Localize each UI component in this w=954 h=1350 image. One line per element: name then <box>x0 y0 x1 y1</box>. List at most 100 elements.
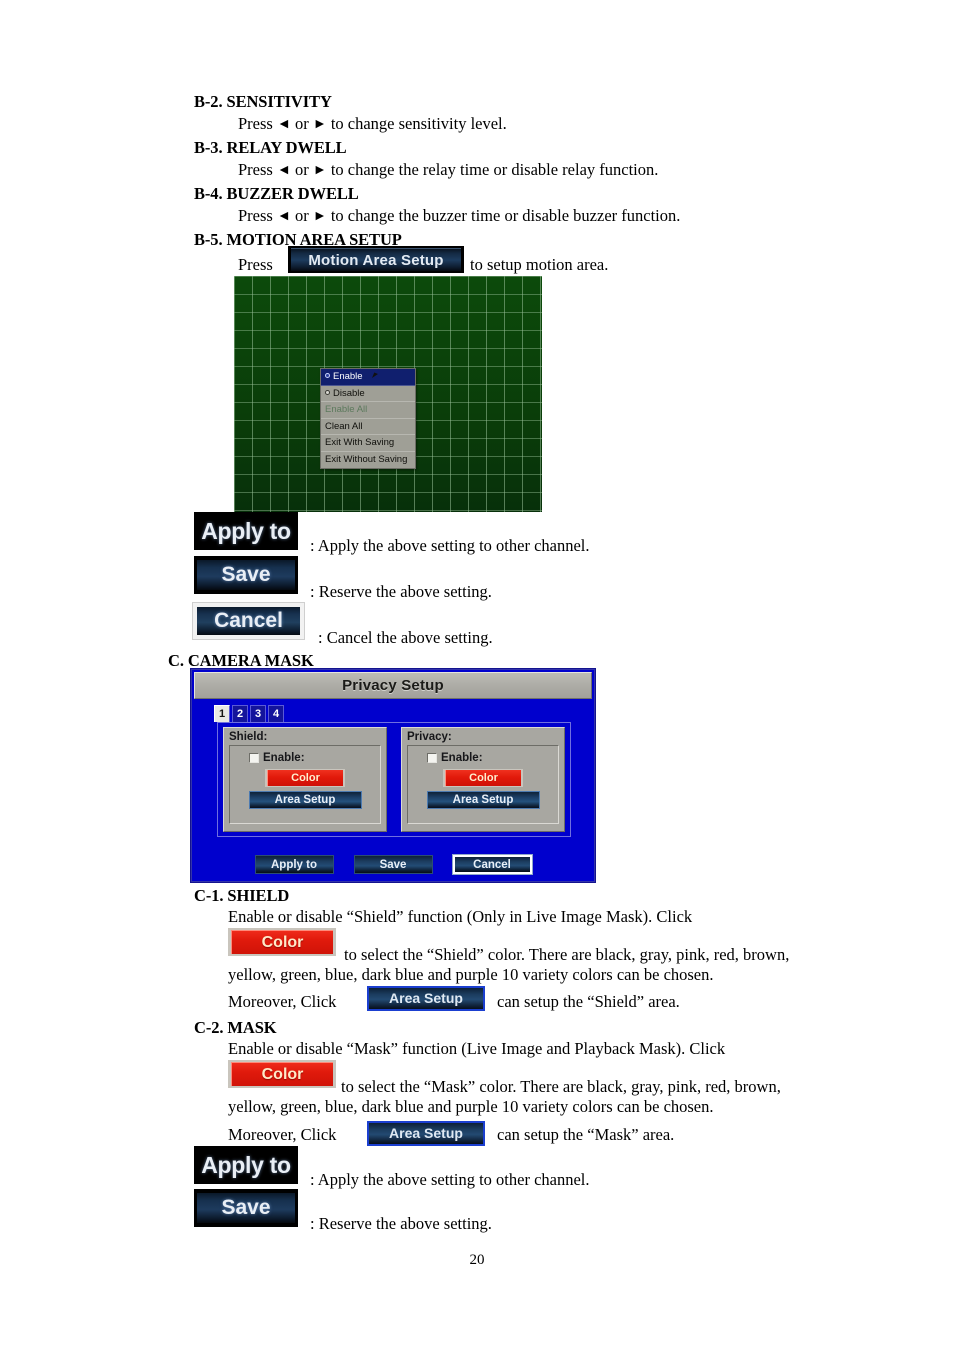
area-setup-button-shield[interactable]: Area Setup <box>367 986 485 1011</box>
enable-checkbox-shield[interactable] <box>249 753 259 763</box>
enable-row-shield[interactable]: Enable: <box>230 752 380 764</box>
privacy-tab-label: 4 <box>272 708 280 720</box>
text-b3-instruction: Press ◄ or ► to change the relay time or… <box>238 159 658 182</box>
left-arrow-icon: ◄ <box>276 163 291 178</box>
color-button-label-privacy: Color <box>445 770 521 786</box>
text-c1-line4-pre: Moreover, Click <box>228 992 337 1011</box>
area-setup-button-mask-label: Area Setup <box>369 1123 483 1144</box>
menu-item-enable-all[interactable]: Enable All <box>321 402 415 419</box>
motion-area-grid[interactable]: Enable Disable Enable All Clean All Exit Wit… <box>234 276 542 512</box>
motion-context-menu[interactable]: Enable Disable Enable All Clean All Exit Wit… <box>320 368 416 469</box>
cancel-button-motion[interactable]: Cancel <box>192 602 305 640</box>
text-c1-line4-post: can setup the “Shield” area. <box>497 992 680 1011</box>
enable-checkbox-privacy[interactable] <box>427 753 437 763</box>
text-c2-line1: Enable or disable “Mask” function (Live … <box>228 1039 726 1058</box>
privacy-setup-titlebar: Privacy Setup <box>194 672 592 699</box>
b3-press-post: to change the relay time or disable rela… <box>326 160 659 179</box>
menu-item-enable[interactable]: Enable <box>321 369 415 386</box>
text-b4-instruction: Press ◄ or ► to change the buzzer time o… <box>238 205 680 228</box>
save-button-motion-label: Save <box>197 560 295 590</box>
apply-to-button-mask-label: Apply to <box>201 1151 291 1178</box>
color-button-privacy[interactable]: Color <box>443 769 523 787</box>
color-button-mask-label: Color <box>231 1062 333 1086</box>
save-button-privacy[interactable]: Save <box>353 855 433 874</box>
heading-c1-shield: C-1. SHIELD <box>194 886 290 905</box>
heading-b4-buzzer-dwell: B-4. BUZZER DWELL <box>194 184 359 203</box>
enable-label-privacy: Enable: <box>441 752 483 764</box>
left-arrow-icon: ◄ <box>276 209 291 224</box>
enable-row-privacy[interactable]: Enable: <box>408 752 558 764</box>
b4-press-pre: Press <box>238 206 277 225</box>
group-inner-shield: Enable: Color Area Setup <box>229 745 381 824</box>
area-setup-button-shield[interactable]: Area Setup <box>248 791 362 809</box>
heading-b3-relay-dwell: B-3. RELAY DWELL <box>194 138 347 157</box>
b4-or: or <box>290 206 313 225</box>
b3-press-pre: Press <box>238 160 277 179</box>
group-box-shield: Shield: Enable: Color Area Setup <box>223 727 387 832</box>
menu-item-label: Exit Without Saving <box>325 453 408 465</box>
enable-label-shield: Enable: <box>263 752 305 764</box>
cancel-button-privacy[interactable]: Cancel <box>452 855 532 874</box>
text-c1-line3: yellow, green, blue, dark blue and purpl… <box>228 965 714 984</box>
apply-to-button-privacy[interactable]: Apply to <box>254 855 334 874</box>
b3-or: or <box>290 160 313 179</box>
text-c2-line4-post: can setup the “Mask” area. <box>497 1125 675 1144</box>
privacy-footer-button-label: Save <box>379 858 407 871</box>
group-title-privacy: Privacy: <box>407 731 452 743</box>
color-button-mask[interactable]: Color <box>228 1060 336 1088</box>
apply-to-button-motion[interactable]: Apply to <box>194 512 298 550</box>
area-setup-button-privacy[interactable]: Area Setup <box>426 791 540 809</box>
color-button-shield[interactable]: Color <box>265 769 345 787</box>
area-setup-button-mask[interactable]: Area Setup <box>367 1121 485 1146</box>
apply-to-button-motion-label: Apply to <box>201 517 291 544</box>
apply-to-button-mask[interactable]: Apply to <box>194 1146 298 1184</box>
save-description-mask: : Reserve the above setting. <box>310 1214 492 1233</box>
menu-item-label: Disable <box>333 387 365 399</box>
privacy-tab-label: 2 <box>236 708 244 720</box>
privacy-footer-button-label: Cancel <box>473 858 511 871</box>
menu-item-disable[interactable]: Disable <box>321 386 415 402</box>
save-description-motion: : Reserve the above setting. <box>310 582 492 601</box>
cancel-button-motion-label: Cancel <box>197 607 300 635</box>
privacy-tab-1[interactable]: 1 <box>214 705 230 722</box>
group-box-privacy: Privacy: Enable: Color Area Setup <box>401 727 565 832</box>
menu-item-label: Enable All <box>325 404 368 415</box>
apply-to-description-mask: : Apply the above setting to other chann… <box>310 1170 590 1189</box>
menu-item-exit-with-saving[interactable]: Exit With Saving <box>321 435 415 452</box>
privacy-tab-3[interactable]: 3 <box>250 705 266 722</box>
save-button-motion[interactable]: Save <box>194 556 298 594</box>
text-b5-after-button: to setup motion area. <box>470 255 609 274</box>
privacy-setup-dialog[interactable]: Privacy Setup 1234 Shield: Enable: Color Ar… <box>190 668 596 883</box>
menu-item-label: Enable <box>333 371 363 382</box>
radio-icon <box>325 389 330 395</box>
color-button-shield[interactable]: Color <box>228 928 336 956</box>
privacy-setup-title: Privacy Setup <box>342 677 444 694</box>
page-number: 20 <box>469 1252 485 1268</box>
privacy-tab-label: 3 <box>254 708 262 720</box>
area-setup-button-label-shield: Area Setup <box>274 794 336 806</box>
privacy-tab-4[interactable]: 4 <box>268 705 284 722</box>
privacy-tab-label: 1 <box>218 708 226 720</box>
label-press-b5: Press <box>238 255 273 274</box>
menu-item-label: Clean All <box>325 420 363 432</box>
menu-item-exit-without-saving[interactable]: Exit Without Saving <box>321 452 415 469</box>
heading-c2-mask: C-2. MASK <box>194 1018 277 1037</box>
motion-area-setup-button[interactable]: Motion Area Setup <box>288 246 464 273</box>
color-button-label-shield: Color <box>267 770 343 786</box>
privacy-channel-tabs[interactable]: 1234 <box>214 705 286 722</box>
heading-b2-sensitivity: B-2. SENSITIVITY <box>194 92 332 111</box>
text-b2-instruction: Press ◄ or ► to change sensitivity level… <box>238 113 507 136</box>
privacy-panels-container: Shield: Enable: Color Area Setup Privacy: Ena… <box>217 722 571 837</box>
save-button-mask[interactable]: Save <box>194 1189 298 1227</box>
b4-press-post: to change the buzzer time or disable buz… <box>326 206 681 225</box>
area-setup-button-shield-label: Area Setup <box>369 988 483 1009</box>
b2-press-pre: Press <box>238 114 277 133</box>
menu-item-label: Exit With Saving <box>325 437 395 448</box>
right-arrow-icon: ► <box>312 209 327 224</box>
motion-area-setup-button-label: Motion Area Setup <box>291 248 461 271</box>
left-arrow-icon: ◄ <box>276 117 291 132</box>
menu-item-clean-all[interactable]: Clean All <box>321 419 415 435</box>
b2-or: or <box>290 114 313 133</box>
privacy-tab-2[interactable]: 2 <box>232 705 248 722</box>
document-page: B-2. SENSITIVITY Press ◄ or ► to change … <box>0 0 954 1350</box>
